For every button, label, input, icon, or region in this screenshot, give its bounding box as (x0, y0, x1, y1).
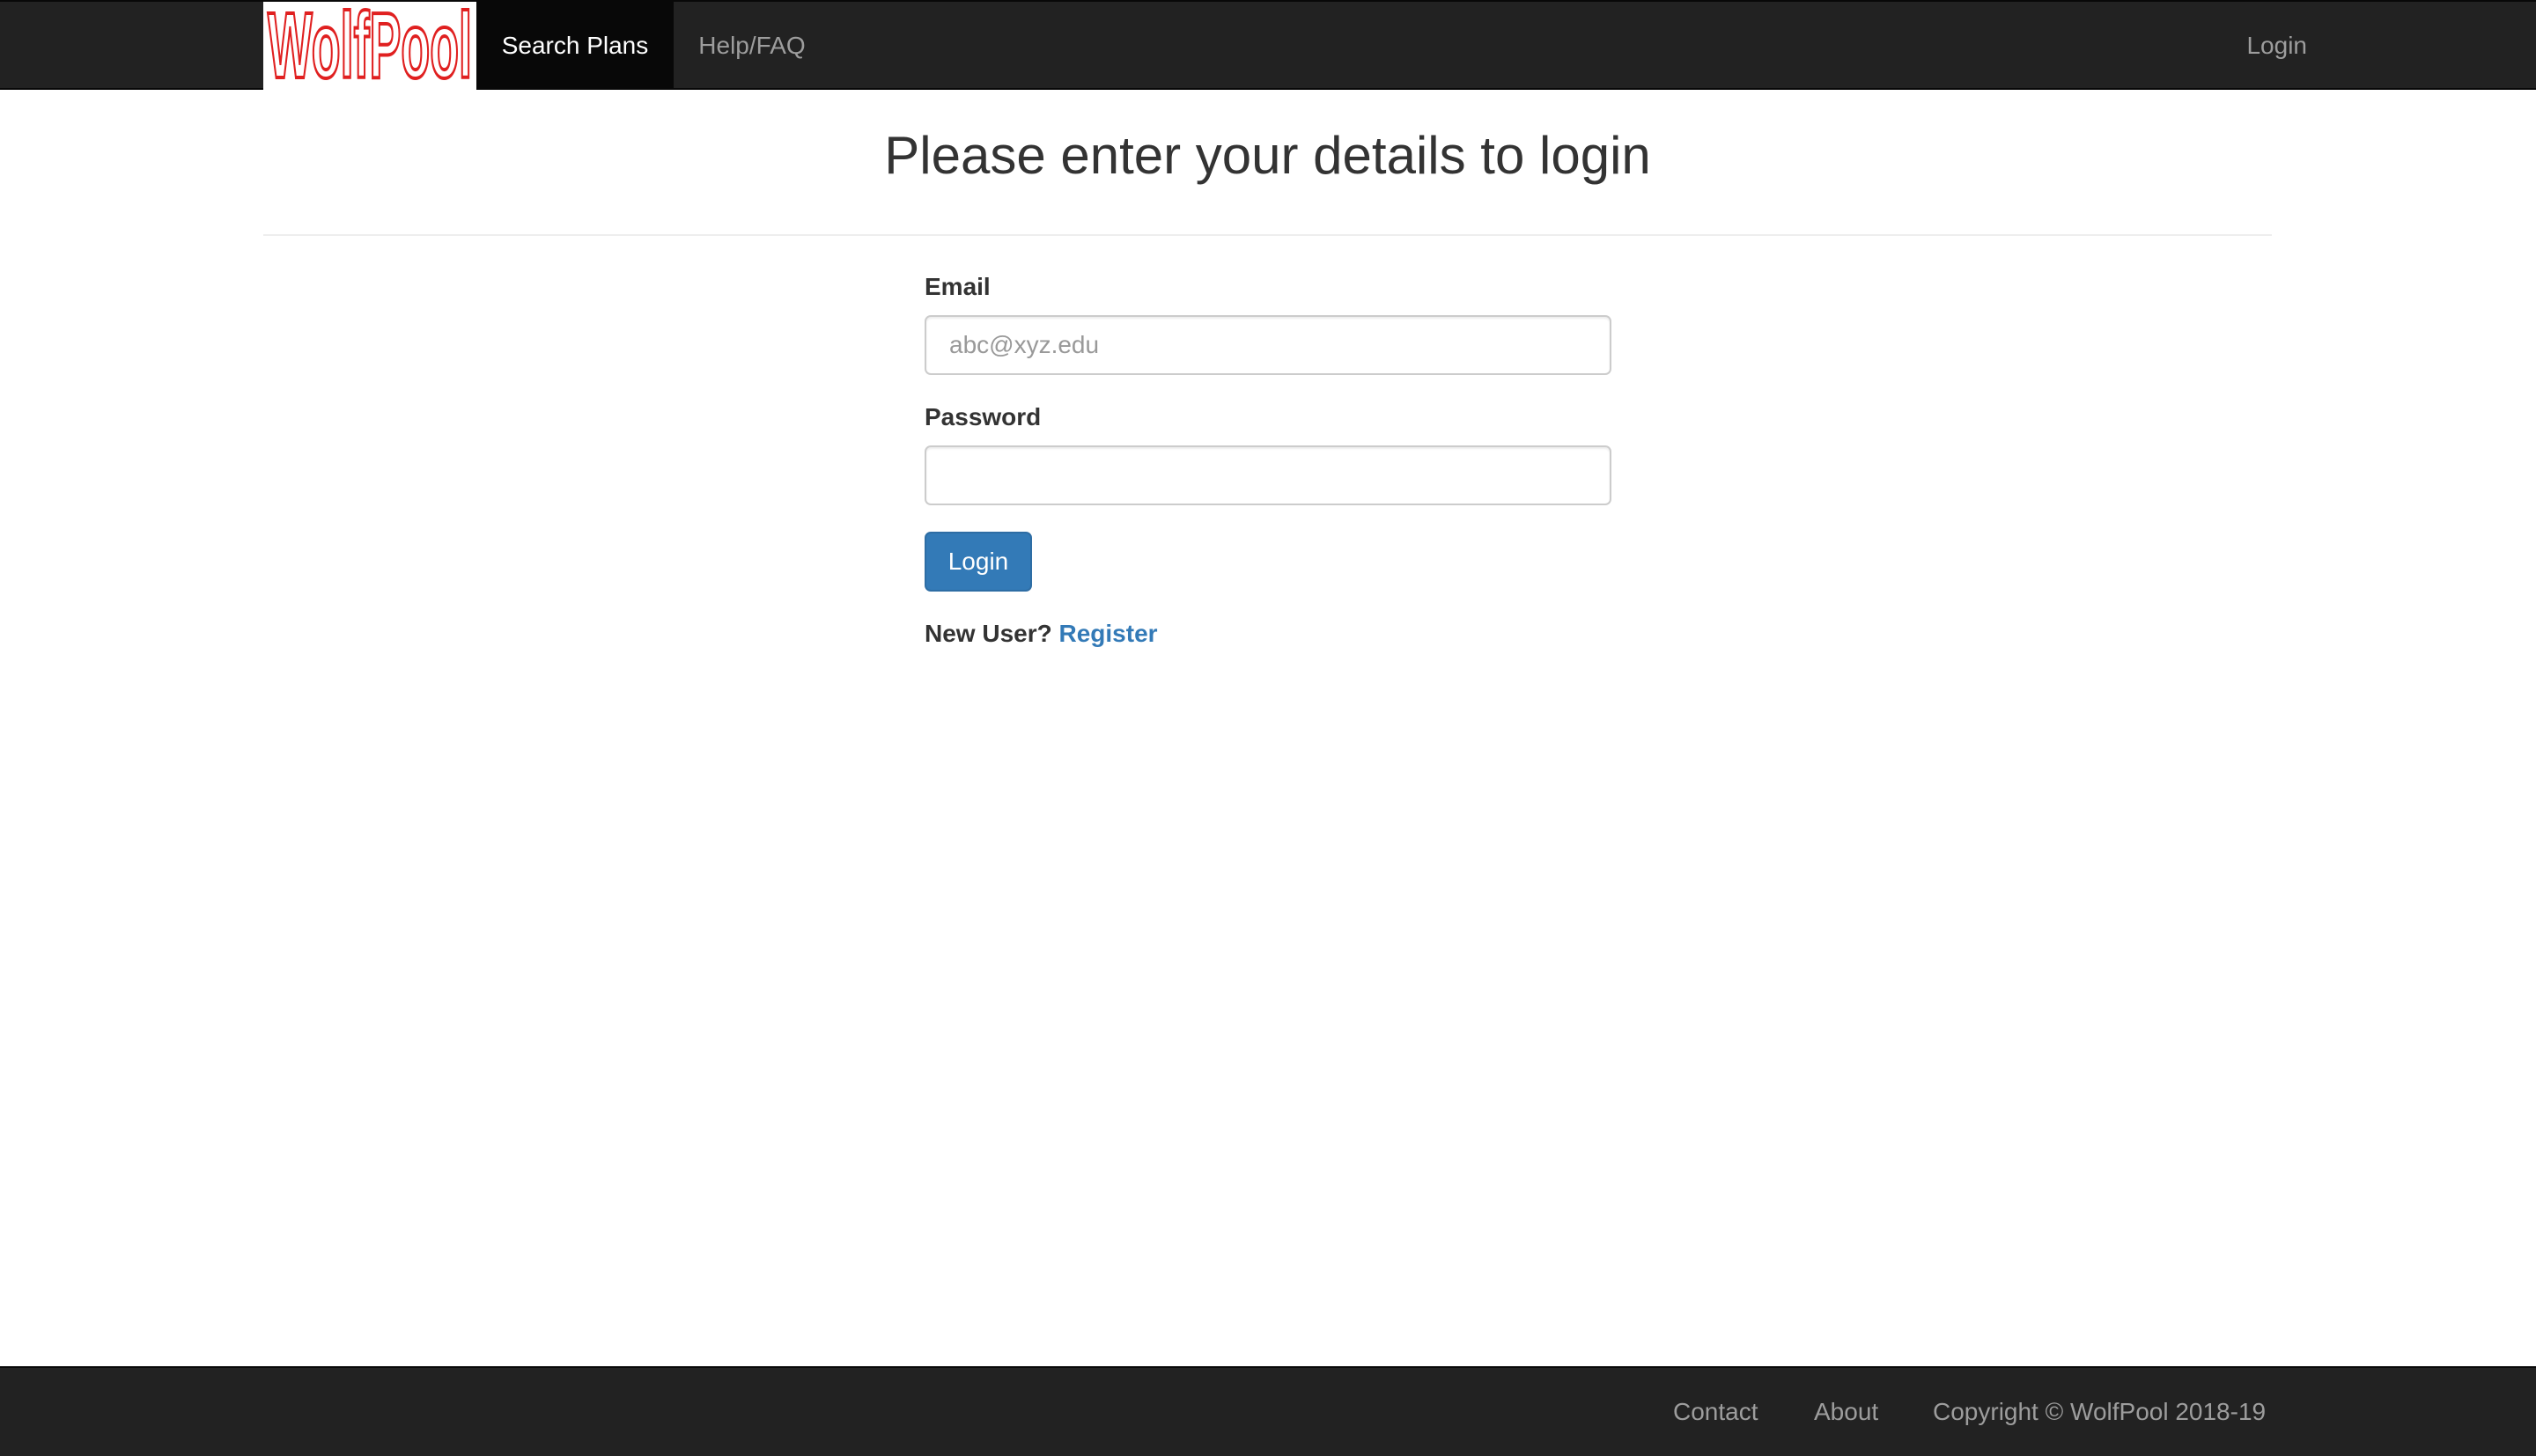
footer-copyright: Copyright © WolfPool 2018-19 (1933, 1398, 2267, 1425)
page-header: Please enter your details to login (263, 90, 2272, 236)
new-user-text: New User? (925, 620, 1052, 647)
nav-search-plans-label: Search Plans (501, 32, 649, 59)
email-label: Email (925, 273, 991, 300)
wolfpool-logo[interactable]: WolfPool (263, 2, 476, 90)
new-user-line: New User? Register (925, 620, 1158, 648)
wolfpool-logo-mark: WolfPool (266, 2, 474, 90)
top-navbar: WolfPool Search Plans Help/FAQ Login (0, 0, 2536, 90)
email-input[interactable] (925, 315, 1611, 375)
footer: Contact About Copyright © WolfPool 2018-… (0, 1366, 2536, 1456)
password-input[interactable] (925, 445, 1611, 505)
nav-help-faq[interactable]: Help/FAQ (674, 2, 830, 90)
footer-contact-link[interactable]: Contact (1673, 1368, 1758, 1456)
logo-text: WolfPool (268, 2, 472, 90)
page-title: Please enter your details to login (884, 125, 1651, 185)
nav-login[interactable]: Login (2184, 2, 2307, 90)
login-button[interactable]: Login (925, 532, 1032, 592)
footer-about-link[interactable]: About (1814, 1368, 1878, 1456)
nav-help-faq-label: Help/FAQ (698, 32, 806, 59)
password-label: Password (925, 403, 1042, 430)
nav-login-label: Login (2246, 32, 2307, 59)
nav-search-plans[interactable]: Search Plans (476, 2, 674, 90)
register-link[interactable]: Register (1059, 620, 1158, 647)
